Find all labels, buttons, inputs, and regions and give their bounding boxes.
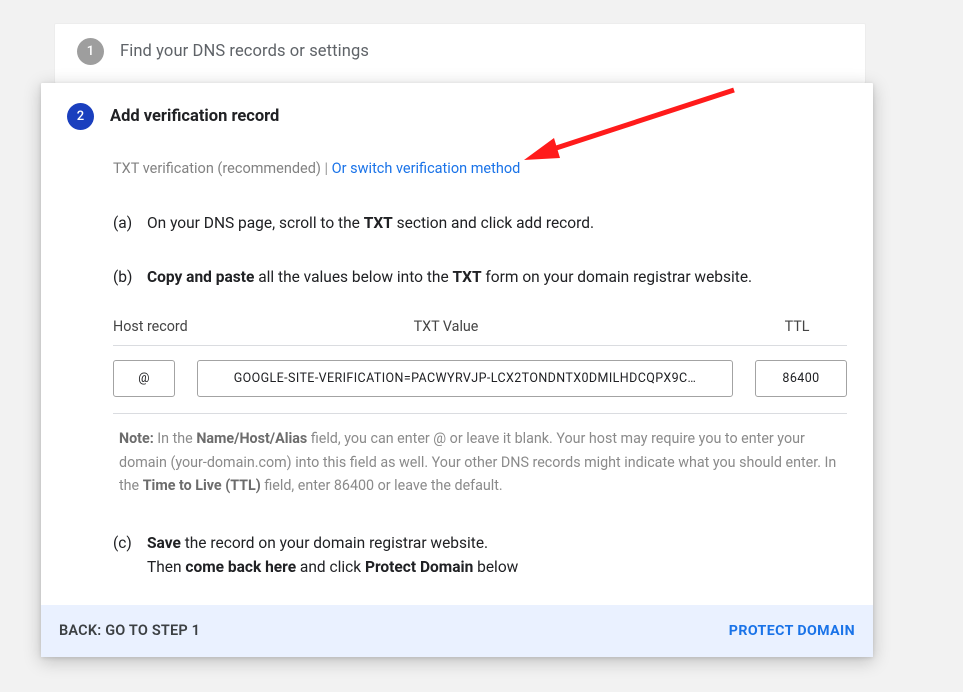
separator: | — [321, 160, 332, 177]
verification-method-label: TXT verification (recommended) — [113, 160, 321, 177]
back-button[interactable]: BACK: GO TO STEP 1 — [59, 622, 200, 639]
text: section and click add record. — [393, 214, 594, 232]
step1-number-badge: 1 — [77, 38, 104, 65]
step2-card: 2 Add verification record TXT verificati… — [41, 83, 873, 657]
txt-value[interactable]: GOOGLE-SITE-VERIFICATION=PACWYRVJP-LCX2T… — [197, 360, 733, 397]
text-bold: Copy and paste — [147, 268, 254, 286]
text: and click — [296, 558, 365, 576]
step2-title: Add verification record — [110, 107, 279, 126]
text: In the — [154, 431, 197, 447]
text-bold: Save — [147, 534, 181, 552]
step1-card: 1 Find your DNS records or settings — [55, 24, 865, 83]
text: form on your domain registrar website. — [482, 268, 753, 286]
protect-domain-button[interactable]: PROTECT DOMAIN — [729, 623, 855, 639]
instruction-b-label: (b) — [113, 265, 147, 289]
note-lead: Note: — [119, 431, 154, 447]
step2-number-badge: 2 — [67, 103, 94, 130]
text-bold: Protect Domain — [365, 558, 473, 576]
text: below — [473, 558, 518, 576]
text-bold: TXT — [453, 268, 482, 286]
ttl-value[interactable]: 86400 — [755, 360, 847, 397]
column-header-txt: TXT Value — [205, 319, 747, 335]
text: all the values below into the — [254, 268, 452, 286]
text-bold: come back here — [185, 558, 296, 576]
text: the record on your domain registrar webs… — [181, 534, 488, 552]
text: On your DNS page, scroll to the — [147, 214, 364, 232]
column-header-host: Host record — [113, 319, 205, 335]
host-record-value[interactable]: @ — [113, 360, 175, 397]
instruction-c: (c) Save the record on your domain regis… — [113, 531, 847, 579]
column-header-ttl: TTL — [747, 319, 847, 335]
dns-values-section: Host record TXT Value TTL @ GOOGLE-SITE-… — [41, 319, 873, 414]
instruction-b: (b) Copy and paste all the values below … — [113, 265, 847, 289]
step1-title: Find your DNS records or settings — [120, 42, 369, 61]
text: field, enter 86400 or leave the default. — [261, 478, 503, 494]
text-bold: Time to Live (TTL) — [143, 478, 261, 494]
note-text: Note: In the Name/Host/Alias field, you … — [41, 414, 873, 499]
card-footer: BACK: GO TO STEP 1 PROTECT DOMAIN — [41, 605, 873, 657]
text-bold: Name/Host/Alias — [196, 431, 307, 447]
text: Then — [147, 558, 185, 576]
text-bold: TXT — [364, 214, 393, 232]
instruction-a-label: (a) — [113, 211, 147, 235]
instruction-c-label: (c) — [113, 531, 147, 579]
instruction-a: (a) On your DNS page, scroll to the TXT … — [113, 211, 847, 235]
switch-verification-link[interactable]: Or switch verification method — [332, 160, 521, 177]
